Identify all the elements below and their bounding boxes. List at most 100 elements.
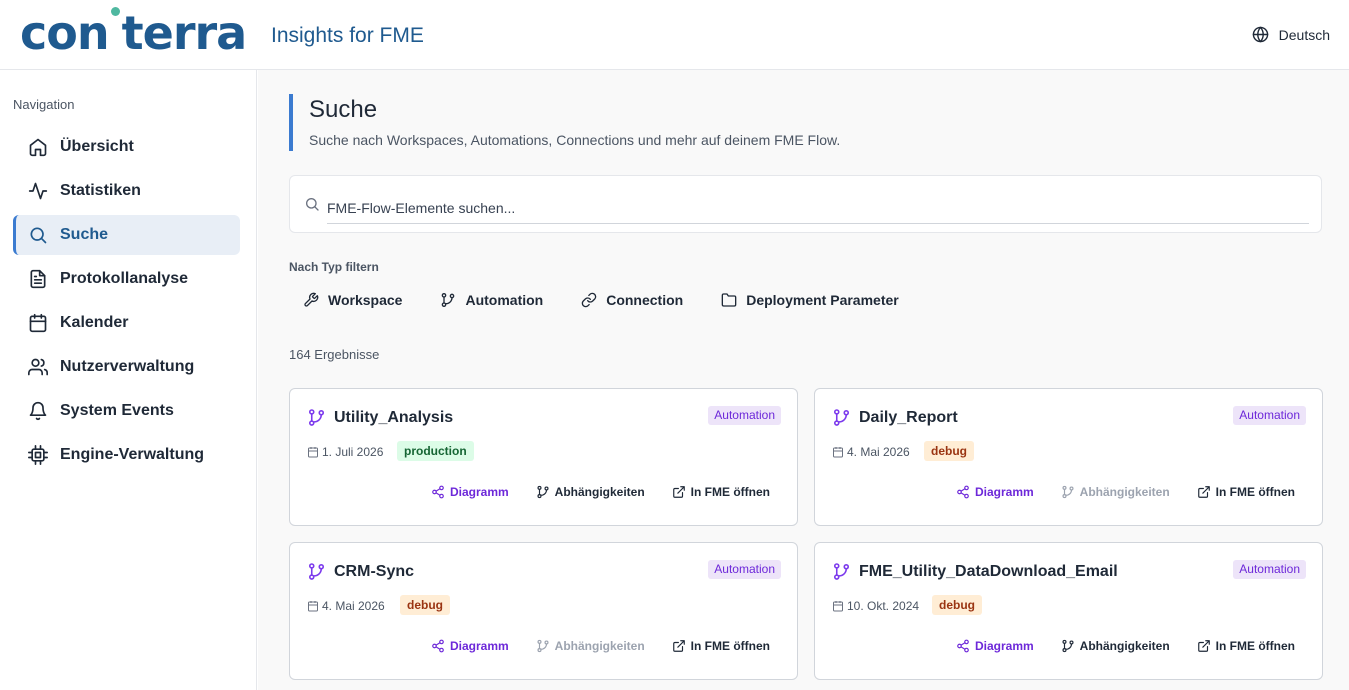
sidebar-item-suche[interactable]: Suche bbox=[13, 215, 240, 255]
git-branch-icon bbox=[537, 639, 549, 653]
result-title[interactable]: Utility_Analysis bbox=[334, 409, 453, 427]
dependencies-label: Abhängigkeiten bbox=[554, 485, 645, 499]
open-in-fme-label: In FME öffnen bbox=[1215, 639, 1295, 653]
type-badge: Automation bbox=[1233, 560, 1306, 579]
result-card[interactable]: Daily_Report Automation 4. Mai 2026 debu… bbox=[814, 388, 1323, 526]
filter-label-automation: Automation bbox=[465, 292, 544, 308]
git-branch-icon bbox=[442, 293, 455, 307]
globe-icon bbox=[1252, 26, 1268, 43]
calendar-icon bbox=[308, 601, 318, 612]
dependencies-button[interactable]: Abhängigkeiten bbox=[536, 639, 645, 653]
share-nodes-icon bbox=[432, 485, 444, 499]
sidebar-item-protokollanalyse[interactable]: Protokollanalyse bbox=[13, 259, 240, 299]
sidebar-item-uebersicht[interactable]: Übersicht bbox=[13, 127, 240, 167]
sidebar-item-label: Engine-Verwaltung bbox=[60, 446, 205, 463]
sidebar-item-system-events[interactable]: System Events bbox=[13, 391, 240, 431]
calendar-icon bbox=[28, 313, 48, 333]
filter-label: Nach Typ filtern bbox=[289, 260, 379, 274]
result-card[interactable]: Utility_Analysis Automation 1. Juli 2026… bbox=[289, 388, 798, 526]
search-input[interactable] bbox=[327, 192, 1309, 224]
git-branch-icon bbox=[308, 409, 325, 426]
diagram-label: Diagramm bbox=[449, 639, 509, 653]
diagram-button[interactable]: Diagramm bbox=[956, 485, 1034, 499]
filter-automation[interactable]: Automation bbox=[440, 292, 543, 308]
git-branch-icon bbox=[833, 409, 850, 426]
diagram-label: Diagramm bbox=[449, 485, 509, 499]
open-in-fme-button[interactable]: In FME öffnen bbox=[672, 639, 770, 653]
open-in-fme-label: In FME öffnen bbox=[1215, 485, 1295, 499]
result-card[interactable]: FME_Utility_DataDownload_Email Automatio… bbox=[814, 542, 1323, 680]
sidebar-item-label: Kalender bbox=[60, 314, 129, 331]
home-icon bbox=[28, 137, 48, 157]
filter-label-connection: Connection bbox=[606, 292, 684, 308]
page-subtitle: Suche nach Workspaces, Automations, Conn… bbox=[309, 132, 841, 148]
card-actions: Diagramm Abhängigkeiten In FME öffnen bbox=[929, 639, 1295, 653]
sidebar-item-label: Nutzerverwaltung bbox=[60, 358, 195, 375]
conterra-logo[interactable]: con terra bbox=[20, 6, 247, 60]
filter-workspace[interactable]: Workspace bbox=[303, 292, 402, 308]
sidebar-item-label: Suche bbox=[60, 226, 109, 243]
wrench-icon bbox=[304, 292, 319, 307]
open-in-fme-button[interactable]: In FME öffnen bbox=[672, 485, 770, 499]
filter-label-deployment-parameter: Deployment Parameter bbox=[746, 292, 899, 308]
share-nodes-icon bbox=[432, 639, 444, 653]
main-content: Suche Suche nach Workspaces, Automations… bbox=[258, 70, 1349, 690]
dependencies-label: Abhängigkeiten bbox=[1079, 639, 1170, 653]
sidebar-item-statistiken[interactable]: Statistiken bbox=[13, 171, 240, 211]
open-in-fme-button[interactable]: In FME öffnen bbox=[1197, 485, 1295, 499]
diagram-label: Diagramm bbox=[974, 485, 1034, 499]
logo-text-left: con bbox=[20, 6, 110, 60]
open-in-fme-button[interactable]: In FME öffnen bbox=[1197, 639, 1295, 653]
result-title[interactable]: Daily_Report bbox=[859, 409, 958, 427]
environment-badge: debug bbox=[932, 595, 982, 615]
type-badge: Automation bbox=[708, 406, 781, 425]
sidebar-item-engine-verwaltung[interactable]: Engine-Verwaltung bbox=[13, 435, 240, 475]
result-date: 1. Juli 2026 bbox=[322, 445, 384, 459]
activity-icon bbox=[28, 181, 48, 201]
external-link-icon bbox=[1197, 486, 1210, 498]
result-title[interactable]: FME_Utility_DataDownload_Email bbox=[859, 563, 1118, 581]
open-in-fme-label: In FME öffnen bbox=[690, 485, 770, 499]
dependencies-button[interactable]: Abhängigkeiten bbox=[1061, 639, 1170, 653]
users-icon bbox=[28, 357, 48, 377]
filter-connection[interactable]: Connection bbox=[581, 292, 683, 308]
dependencies-button[interactable]: Abhängigkeiten bbox=[536, 485, 645, 499]
dependencies-label: Abhängigkeiten bbox=[1079, 485, 1170, 499]
share-nodes-icon bbox=[957, 485, 969, 499]
open-in-fme-label: In FME öffnen bbox=[690, 639, 770, 653]
calendar-icon bbox=[833, 601, 843, 612]
result-date: 4. Mai 2026 bbox=[322, 599, 385, 613]
git-branch-icon bbox=[833, 563, 850, 580]
git-branch-icon bbox=[1062, 485, 1074, 499]
type-badge: Automation bbox=[708, 560, 781, 579]
language-switcher[interactable]: Deutsch bbox=[1252, 26, 1330, 43]
diagram-button[interactable]: Diagramm bbox=[431, 485, 509, 499]
diagram-label: Diagramm bbox=[974, 639, 1034, 653]
page-title: Suche bbox=[309, 96, 378, 123]
result-card[interactable]: CRM-Sync Automation 4. Mai 2026 debug Di… bbox=[289, 542, 798, 680]
result-title[interactable]: CRM-Sync bbox=[334, 563, 414, 581]
environment-badge: debug bbox=[924, 441, 974, 461]
share-nodes-icon bbox=[957, 639, 969, 653]
git-branch-icon bbox=[1062, 639, 1074, 653]
dependencies-button[interactable]: Abhängigkeiten bbox=[1061, 485, 1170, 499]
sidebar-item-kalender[interactable]: Kalender bbox=[13, 303, 240, 343]
diagram-button[interactable]: Diagramm bbox=[956, 639, 1034, 653]
sidebar-item-label: Übersicht bbox=[60, 138, 134, 155]
card-actions: Diagramm Abhängigkeiten In FME öffnen bbox=[404, 485, 770, 499]
external-link-icon bbox=[672, 640, 685, 652]
calendar-icon bbox=[833, 447, 843, 458]
results-count: 164 Ergebnisse bbox=[289, 347, 380, 362]
link-icon bbox=[581, 292, 597, 308]
page-header: Suche Suche nach Workspaces, Automations… bbox=[289, 94, 840, 151]
filter-deployment-parameter[interactable]: Deployment Parameter bbox=[721, 292, 899, 308]
sidebar-item-nutzerverwaltung[interactable]: Nutzerverwaltung bbox=[13, 347, 240, 387]
result-date: 10. Okt. 2024 bbox=[847, 599, 920, 613]
external-link-icon bbox=[1197, 640, 1210, 652]
folder-icon bbox=[721, 293, 737, 307]
sidebar-item-label: Protokollanalyse bbox=[60, 270, 189, 287]
card-actions: Diagramm Abhängigkeiten In FME öffnen bbox=[404, 639, 770, 653]
diagram-button[interactable]: Diagramm bbox=[431, 639, 509, 653]
language-label: Deutsch bbox=[1278, 26, 1330, 43]
external-link-icon bbox=[672, 486, 685, 498]
